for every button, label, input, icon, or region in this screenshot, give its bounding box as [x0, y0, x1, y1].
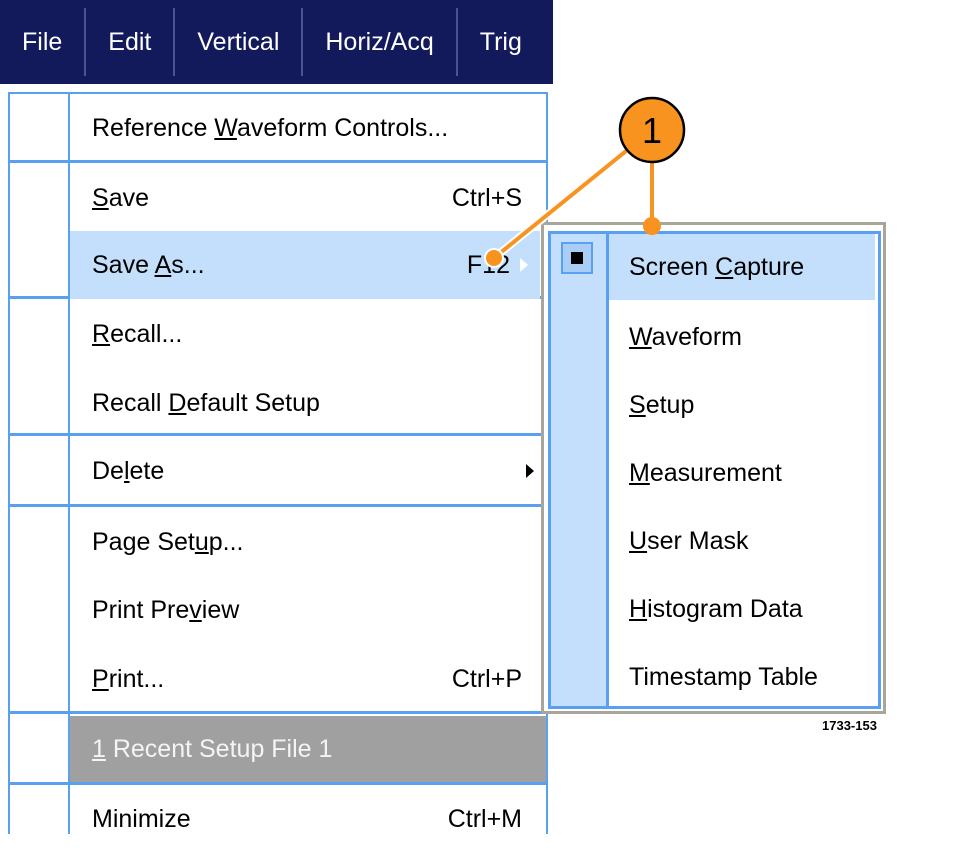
figure-id: 1733-153 — [822, 718, 877, 733]
callout-dot — [643, 217, 661, 235]
callout-dot — [484, 248, 504, 268]
callout-number: 1 — [642, 110, 662, 151]
callout-annotation: 1 — [484, 96, 686, 268]
